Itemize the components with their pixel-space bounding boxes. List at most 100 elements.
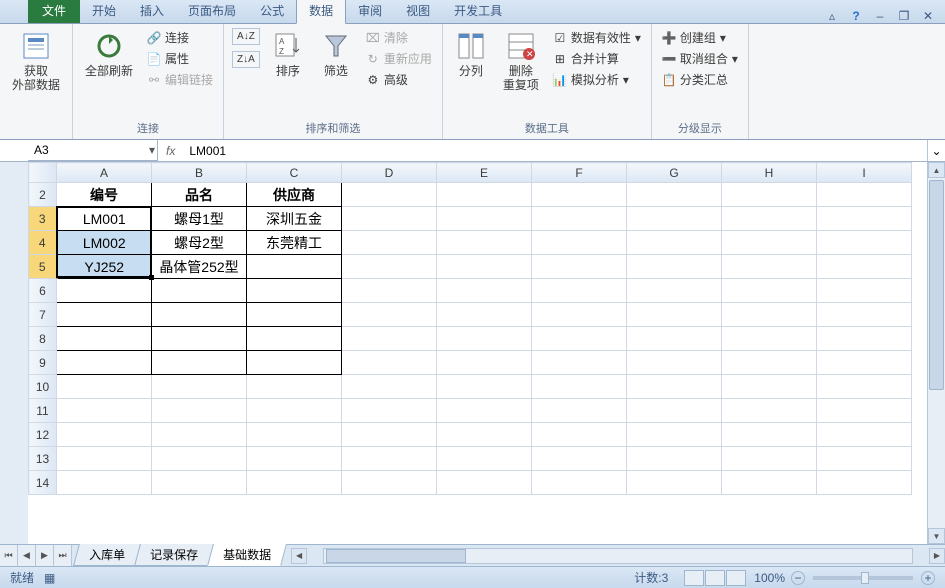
cell-C4[interactable]: 东莞精工 [247,231,342,255]
row-header-3[interactable]: 3 [29,207,57,231]
row-header-8[interactable]: 8 [29,327,57,351]
sheet-tab-入库单[interactable]: 入库单 [73,544,141,566]
cell-B7[interactable] [152,303,247,327]
column-header-G[interactable]: G [627,163,722,183]
cell-C3[interactable]: 深圳五金 [247,207,342,231]
fill-handle[interactable] [149,275,154,280]
cell-G14[interactable] [627,471,722,495]
cell-B14[interactable] [152,471,247,495]
cell-I14[interactable] [817,471,912,495]
cell-I11[interactable] [817,399,912,423]
vertical-scrollbar[interactable]: ▲ ▼ [927,162,945,544]
zoom-in-button[interactable]: + [921,571,935,585]
cell-F9[interactable] [532,351,627,375]
tab-data[interactable]: 数据 [296,0,346,24]
cell-C12[interactable] [247,423,342,447]
cell-A14[interactable] [57,471,152,495]
sort-button[interactable]: AZ 排序 [268,28,308,80]
cell-I9[interactable] [817,351,912,375]
cell-B8[interactable] [152,327,247,351]
cell-G3[interactable] [627,207,722,231]
tab-insert[interactable]: 插入 [128,0,176,23]
cell-E13[interactable] [437,447,532,471]
cell-D11[interactable] [342,399,437,423]
cell-H3[interactable] [722,207,817,231]
cell-F14[interactable] [532,471,627,495]
ungroup-button[interactable]: ➖取消组合 ▾ [660,49,740,68]
zoom-slider[interactable] [813,576,913,580]
cell-C8[interactable] [247,327,342,351]
view-normal[interactable] [684,570,704,586]
cell-B9[interactable] [152,351,247,375]
name-box-dropdown-icon[interactable]: ▾ [149,143,155,157]
remove-duplicates-button[interactable]: ✕ 删除 重复项 [499,28,543,95]
cell-C7[interactable] [247,303,342,327]
row-header-13[interactable]: 13 [29,447,57,471]
cell-E2[interactable] [437,183,532,207]
cell-A11[interactable] [57,399,152,423]
cell-I2[interactable] [817,183,912,207]
cell-D10[interactable] [342,375,437,399]
cell-H8[interactable] [722,327,817,351]
cell-B3[interactable]: 螺母1型 [152,207,247,231]
formula-input[interactable] [183,140,927,161]
cell-A6[interactable] [57,279,152,303]
cell-G5[interactable] [627,255,722,279]
tab-page-layout[interactable]: 页面布局 [176,0,248,23]
group-button[interactable]: ➕创建组 ▾ [660,28,740,47]
cell-F6[interactable] [532,279,627,303]
cell-B6[interactable] [152,279,247,303]
cell-G12[interactable] [627,423,722,447]
connections-button[interactable]: 🔗连接 [145,28,215,47]
cell-B13[interactable] [152,447,247,471]
tab-file[interactable]: 文件 [28,0,80,23]
cell-C5[interactable] [247,255,342,279]
sheet-nav-last[interactable]: ⏭ [54,545,72,566]
cell-H13[interactable] [722,447,817,471]
cell-D8[interactable] [342,327,437,351]
column-header-A[interactable]: A [57,163,152,183]
sheet-tab-基础数据[interactable]: 基础数据 [207,544,287,566]
get-external-data-button[interactable]: 获取 外部数据 [8,28,64,95]
zoom-handle[interactable] [861,572,869,584]
row-header-11[interactable]: 11 [29,399,57,423]
column-header-D[interactable]: D [342,163,437,183]
cell-F5[interactable] [532,255,627,279]
cell-I6[interactable] [817,279,912,303]
cell-A7[interactable] [57,303,152,327]
cell-G13[interactable] [627,447,722,471]
column-header-H[interactable]: H [722,163,817,183]
fx-icon[interactable]: fx [166,144,175,158]
scroll-up-button[interactable]: ▲ [928,162,945,178]
consolidate-button[interactable]: ⊞合并计算 [551,49,643,68]
cell-E3[interactable] [437,207,532,231]
cell-E8[interactable] [437,327,532,351]
cell-F3[interactable] [532,207,627,231]
cell-B11[interactable] [152,399,247,423]
cell-H7[interactable] [722,303,817,327]
cell-B2[interactable]: 品名 [152,183,247,207]
window-minimize-icon[interactable]: – [873,9,887,23]
cell-F11[interactable] [532,399,627,423]
scroll-right-button[interactable]: ▶ [929,548,945,564]
cell-A5[interactable]: YJ252 [57,255,152,279]
filter-button[interactable]: 筛选 [316,28,356,80]
cell-H14[interactable] [722,471,817,495]
cell-H5[interactable] [722,255,817,279]
cell-F2[interactable] [532,183,627,207]
sheet-nav-next[interactable]: ▶ [36,545,54,566]
cell-D6[interactable] [342,279,437,303]
properties-button[interactable]: 📄属性 [145,49,215,68]
cell-C2[interactable]: 供应商 [247,183,342,207]
tab-developer[interactable]: 开发工具 [442,0,514,23]
refresh-all-button[interactable]: 全部刷新 [81,28,137,80]
cell-I3[interactable] [817,207,912,231]
cell-D14[interactable] [342,471,437,495]
cell-F12[interactable] [532,423,627,447]
minimize-ribbon-icon[interactable]: ▵ [825,9,839,23]
cell-I7[interactable] [817,303,912,327]
cell-I12[interactable] [817,423,912,447]
cell-E4[interactable] [437,231,532,255]
sort-asc-button[interactable]: A↓Z [232,28,260,45]
cell-H12[interactable] [722,423,817,447]
